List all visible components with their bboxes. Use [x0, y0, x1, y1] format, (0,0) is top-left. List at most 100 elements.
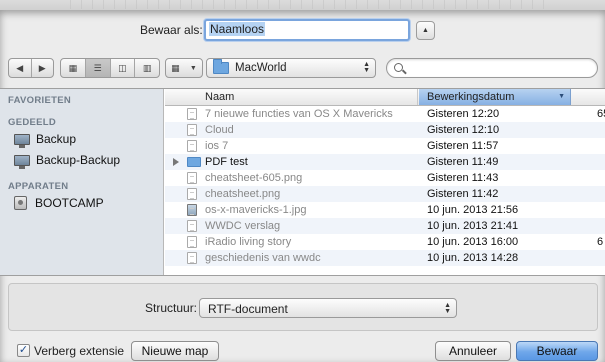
chevron-right-icon: ▶ [38, 62, 46, 73]
location-popup[interactable]: MacWorld ▲ ▼ [206, 58, 376, 78]
toolbar: ◀ ▶ ▦ ☰ ◫ ▥ ▦ ▼ MacWorld ▲ ▼ [0, 56, 605, 82]
sidebar-item-label: Backup-Backup [36, 153, 121, 167]
sidebar-item-label: BOOTCAMP [35, 196, 104, 210]
file-date: 10 jun. 2013 16:00 [427, 236, 519, 248]
icon-view-button[interactable]: ▦ [61, 59, 86, 77]
arrange-grid-icon: ▦ [171, 62, 180, 73]
coverflow-view-button[interactable]: ▥ [135, 59, 159, 77]
save-sheet: Bewaar als: Naamloos ▲ ◀ ▶ ▦ ☰ ◫ ▥ ▦ ▼ Ma… [0, 10, 605, 362]
search-field[interactable] [386, 58, 598, 78]
search-icon [394, 63, 403, 72]
document-icon [187, 108, 197, 120]
table-row[interactable]: cheatsheet.png Gisteren 11:42 [165, 186, 605, 202]
file-name: cheatsheet-605.png [205, 172, 303, 184]
sidebar: FAVORIETEN GEDEELD Backup Backup-Backup … [0, 89, 164, 275]
column-header-name[interactable]: Naam [165, 89, 418, 105]
file-date: Gisteren 11:43 [427, 172, 499, 184]
image-file-icon [187, 204, 197, 216]
file-date: 10 jun. 2013 14:28 [427, 252, 519, 264]
document-icon [187, 252, 197, 264]
view-mode-control: ▦ ☰ ◫ ▥ [60, 58, 160, 78]
format-popup[interactable]: RTF-document ▲ ▼ [199, 298, 457, 318]
table-row[interactable]: os-x-mavericks-1.jpg 10 jun. 2013 21:56 [165, 202, 605, 218]
sidebar-item-backup[interactable]: Backup [14, 130, 159, 148]
sidebar-item-label: Backup [36, 132, 77, 146]
table-row[interactable]: WWDC verslag 10 jun. 2013 21:41 [165, 218, 605, 234]
save-button[interactable]: Bewaar [516, 341, 598, 361]
file-date: Gisteren 12:20 [427, 108, 500, 120]
file-browser: FAVORIETEN GEDEELD Backup Backup-Backup … [0, 88, 605, 276]
sidebar-item-backup-backup[interactable]: Backup-Backup [14, 151, 159, 169]
folder-icon [187, 157, 201, 167]
column-header: Naam Bewerkingsdatum ▼ [165, 89, 605, 106]
search-input[interactable] [409, 61, 589, 75]
back-button[interactable]: ◀ [9, 59, 32, 77]
file-name: iRadio living story [205, 236, 292, 248]
file-date: 10 jun. 2013 21:41 [427, 220, 519, 232]
monitor-icon [14, 154, 30, 169]
background-ruler [70, 0, 550, 9]
sidebar-heading-shared[interactable]: GEDEELD [8, 117, 56, 128]
location-label: MacWorld [235, 62, 287, 74]
document-icon [187, 172, 197, 184]
sidebar-heading-devices[interactable]: APPARATEN [8, 181, 68, 192]
table-row[interactable]: iRadio living story 10 jun. 2013 16:00 6 [165, 234, 605, 250]
file-date: Gisteren 11:49 [427, 156, 499, 168]
bottom-button-row: ✓ Verberg extensie Nieuwe map Annuleer B… [0, 340, 605, 362]
table-row[interactable]: ios 7 Gisteren 11:57 [165, 138, 605, 154]
arrange-button[interactable]: ▦ ▼ [165, 58, 203, 78]
table-row[interactable]: Cloud Gisteren 12:10 [165, 122, 605, 138]
updown-arrows-icon: ▲ ▼ [363, 61, 370, 74]
grid-icon: ▦ [68, 62, 78, 73]
file-name: cheatsheet.png [205, 188, 281, 200]
hide-extension-label[interactable]: Verberg extensie [34, 344, 124, 358]
table-row[interactable]: 7 nieuwe functies van OS X Mavericks Gis… [165, 106, 605, 122]
format-value: RTF-document [208, 302, 288, 316]
file-name: ios 7 [205, 140, 229, 152]
table-row[interactable]: cheatsheet-605.png Gisteren 11:43 [165, 170, 605, 186]
filename-field[interactable]: Naamloos [204, 19, 410, 41]
format-options-box: Structuur: RTF-document ▲ ▼ [8, 283, 598, 331]
format-label: Structuur: [145, 301, 198, 315]
list-icon: ☰ [93, 62, 102, 73]
file-name: geschiedenis van wwdc [205, 252, 321, 264]
document-icon [187, 124, 197, 136]
filename-value: Naamloos [209, 22, 266, 36]
column-view-button[interactable]: ◫ [111, 59, 136, 77]
chevron-down-icon: ▼ [189, 64, 197, 72]
table-row[interactable]: geschiedenis van wwdc 10 jun. 2013 14:28 [165, 250, 605, 266]
folder-icon [213, 59, 229, 74]
cancel-button[interactable]: Annuleer [435, 341, 511, 361]
file-date: Gisteren 12:10 [427, 124, 500, 136]
file-date: Gisteren 11:57 [427, 140, 499, 152]
collapse-button[interactable]: ▲ [416, 21, 435, 40]
save-as-label: Bewaar als: [140, 23, 203, 37]
document-icon [187, 236, 197, 248]
disclosure-triangle-icon[interactable] [173, 158, 179, 166]
table-row[interactable]: PDF test Gisteren 11:49 [165, 154, 605, 170]
monitor-icon [14, 133, 30, 148]
file-extra: 65 [597, 108, 605, 120]
document-icon [187, 220, 197, 232]
sidebar-heading-favorites[interactable]: FAVORIETEN [8, 95, 71, 106]
checkmark-icon: ✓ [18, 344, 29, 356]
file-date: Gisteren 11:42 [427, 188, 499, 200]
file-extra: 6 [597, 236, 604, 248]
forward-button[interactable]: ▶ [32, 59, 54, 77]
file-date: 10 jun. 2013 21:56 [427, 204, 519, 216]
coverflow-icon: ▥ [142, 62, 152, 73]
file-name: Cloud [205, 124, 234, 136]
new-folder-button[interactable]: Nieuwe map [131, 341, 219, 361]
updown-arrows-icon: ▲ ▼ [444, 302, 451, 315]
document-icon [187, 188, 197, 200]
column-header-date[interactable]: Bewerkingsdatum ▼ [419, 89, 571, 105]
file-name: WWDC verslag [205, 220, 281, 232]
list-view-button[interactable]: ☰ [85, 59, 111, 77]
sidebar-item-bootcamp[interactable]: BOOTCAMP [14, 194, 159, 212]
sort-descending-icon: ▼ [558, 93, 565, 100]
disk-icon [14, 196, 27, 210]
hide-extension-checkbox[interactable]: ✓ [17, 344, 30, 357]
file-name: PDF test [205, 156, 248, 168]
columns-icon: ◫ [118, 62, 127, 73]
document-icon [187, 140, 197, 152]
